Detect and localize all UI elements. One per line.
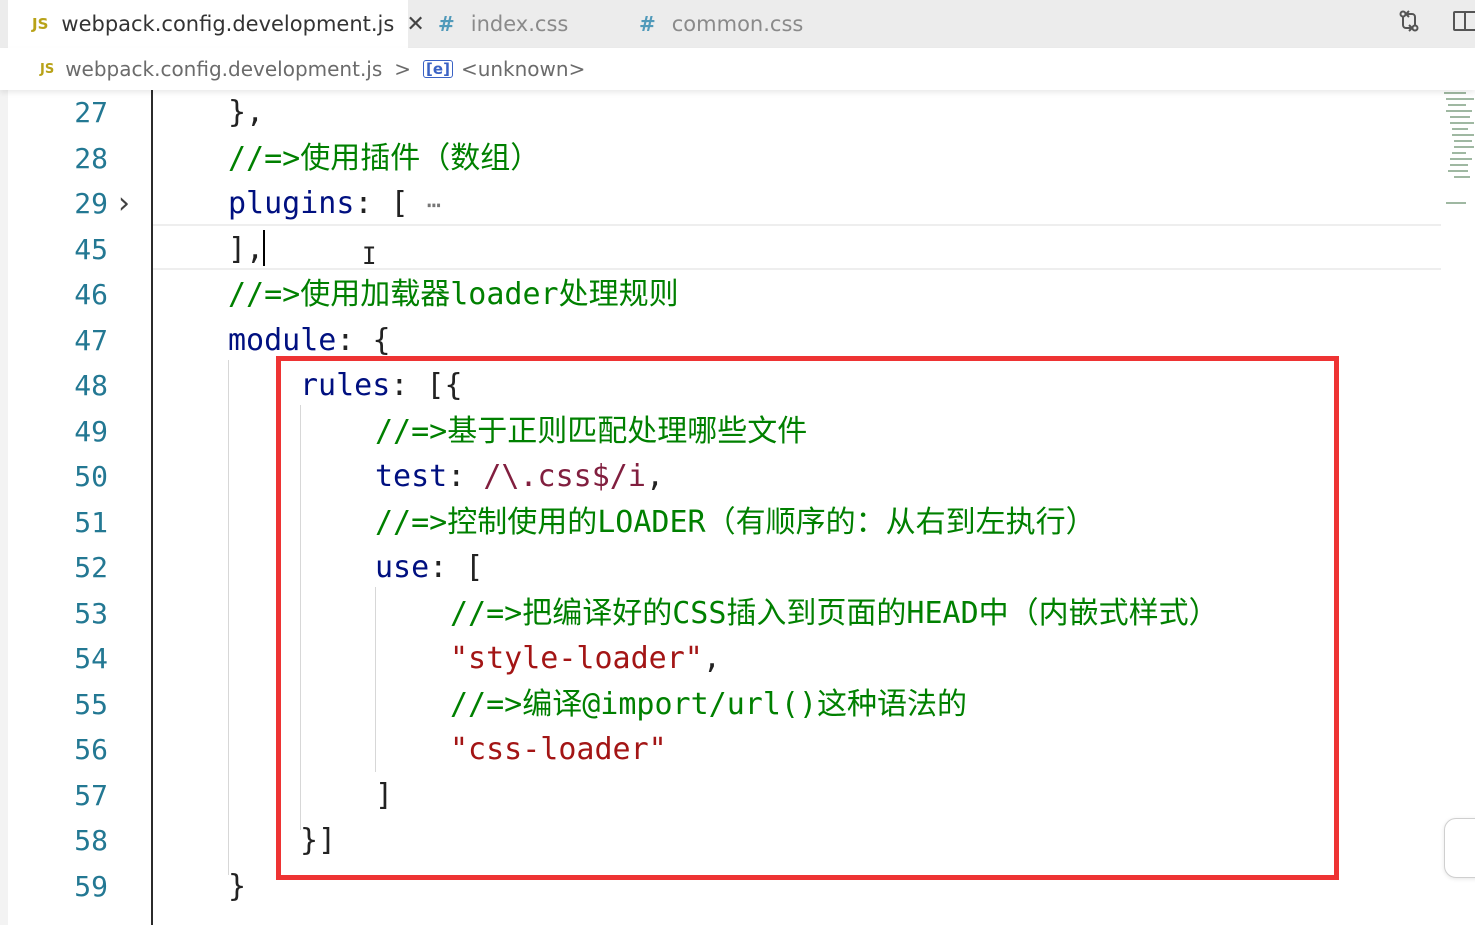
code-token: plugins [228,186,355,221]
line-number: 57 [74,778,108,812]
line-number: 56 [74,733,108,766]
line-number: 58 [74,824,108,857]
code-text: //=>使用插件（数组） [228,136,540,181]
line-number: 59 [74,869,108,903]
scroll-to-top-widget[interactable] [1444,818,1475,878]
code-token: module [228,322,337,358]
line-number: 52 [74,551,108,584]
line-number: 53 [74,596,108,630]
code-text: } [228,864,246,909]
line-number: 50 [74,460,108,493]
split-editor-icon[interactable] [1450,6,1475,36]
line-number: 28 [74,141,108,175]
tab-label: index.css [470,12,569,36]
tab-index-css[interactable]: # index.css [408,0,613,48]
javascript-file-icon: JS [32,15,49,33]
code-text: ], [228,227,264,272]
code-token: : { [336,322,391,358]
symbol-variable-icon: [e] [423,60,453,78]
code-token: ], [228,231,265,267]
css-file-icon: # [438,12,455,36]
annotation-highlight-box [276,356,1339,880]
line-number: 29 [74,187,108,220]
tab-common-css[interactable]: # common.css [613,0,833,48]
code-text: }, [228,90,264,135]
line-number: 47 [74,323,108,357]
minimap[interactable] [1442,90,1475,210]
breadcrumb: JS webpack.config.development.js > [e] <… [0,48,1475,90]
code-line[interactable]: 28 //=>使用插件（数组） [0,136,1440,181]
folded-ellipsis-icon[interactable]: ⋯ [427,191,441,219]
code-text: //=>使用加载器loader处理规则 [228,272,679,317]
line-number: 48 [74,369,108,402]
code-token: }, [228,95,265,130]
tab-webpack-config[interactable]: JS webpack.config.development.js ✕ [8,0,425,48]
line-number: 49 [74,414,108,448]
line-number: 27 [74,96,108,129]
code-token: : [ [354,186,427,221]
code-line[interactable]: 46 //=>使用加载器loader处理规则 [0,272,1440,317]
tab-label: common.css [671,12,804,36]
code-token: } [228,868,247,904]
text-cursor [263,230,265,266]
code-line[interactable]: 29 › plugins: [ ⋯ [0,181,1440,226]
code-editor[interactable]: 27}, 28//=>使用插件（数组） 29 › plugins: [ ⋯ 45], 46/… [0,90,1475,925]
line-number: 54 [74,642,108,675]
fold-chevron-icon[interactable]: › [118,181,130,226]
tab-label: webpack.config.development.js [61,12,395,36]
chevron-right-icon: > [394,57,412,81]
javascript-file-icon: JS [40,61,55,77]
line-number: 55 [74,687,108,721]
line-number: 51 [74,505,108,539]
code-text: plugins: [ ⋯ [228,181,441,226]
code-line[interactable]: 45], [0,227,1440,272]
breadcrumb-file[interactable]: webpack.config.development.js [65,57,382,81]
breadcrumb-symbol[interactable]: <unknown> [461,57,585,81]
code-token: //=>使用插件（数组） [228,140,541,176]
ibeam-cursor-icon: I [362,242,377,270]
line-number: 46 [74,278,108,311]
code-line[interactable]: 27}, [0,90,1440,135]
code-token: //=>使用加载器loader处理规则 [228,277,679,312]
compare-changes-icon[interactable] [1394,6,1424,36]
line-number: 45 [74,232,108,266]
editor-tab-bar: JS webpack.config.development.js ✕ # ind… [0,0,1475,48]
css-file-icon: # [639,12,656,36]
